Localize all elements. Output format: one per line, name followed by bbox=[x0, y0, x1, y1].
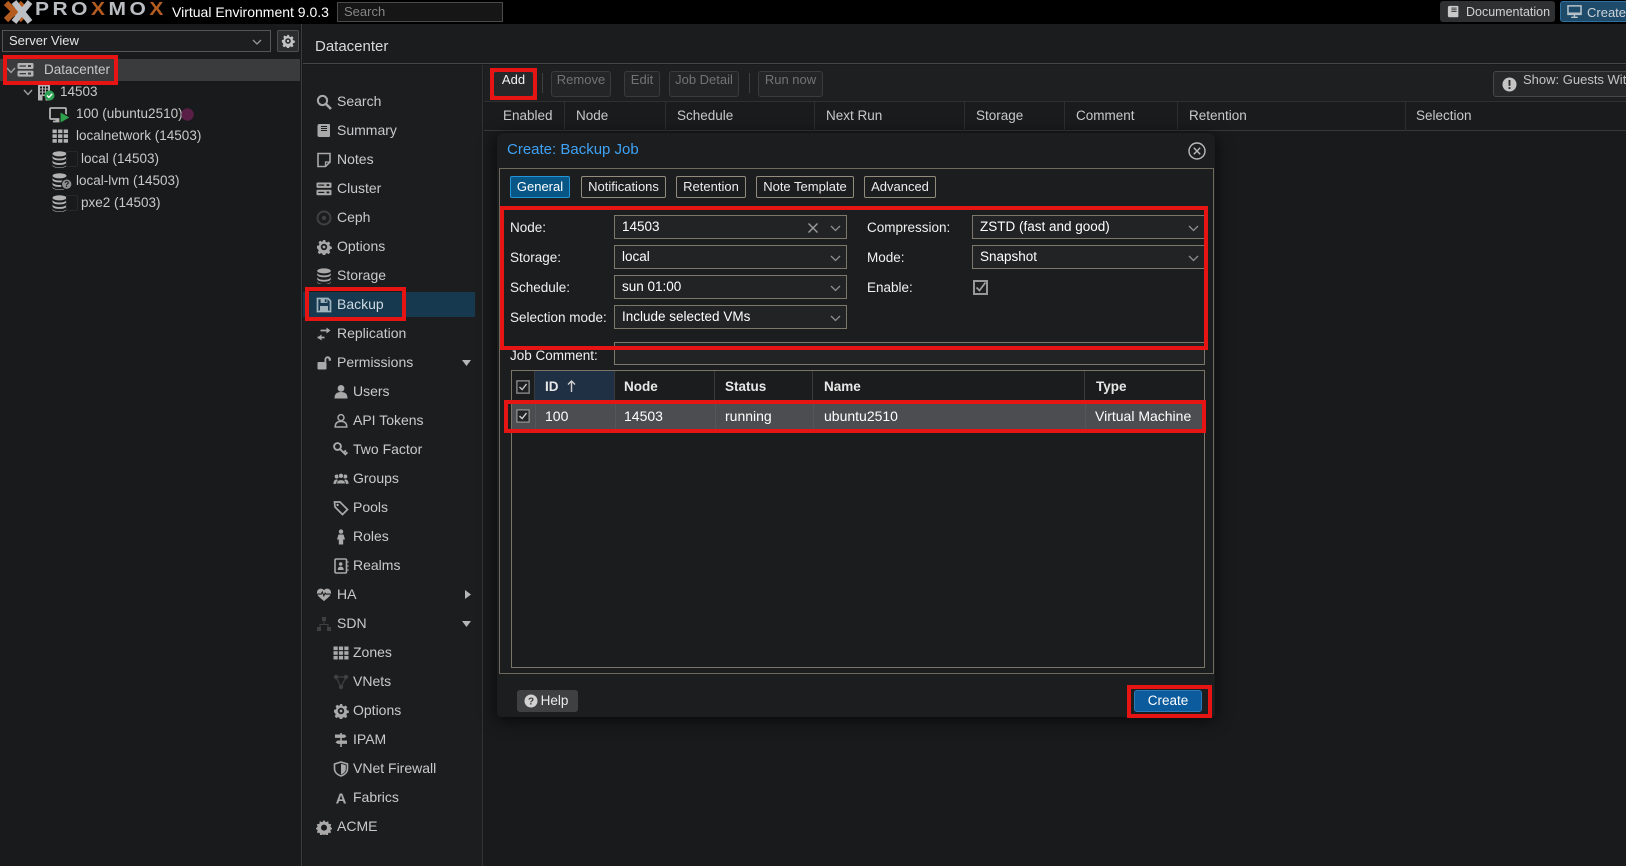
svg-text:?: ? bbox=[64, 179, 69, 189]
svg-text:?: ? bbox=[528, 697, 534, 708]
svg-text:A: A bbox=[336, 791, 347, 807]
